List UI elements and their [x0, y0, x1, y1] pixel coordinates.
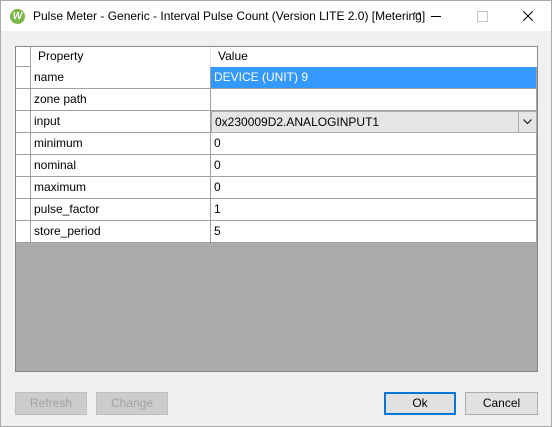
maximize-button [459, 1, 505, 31]
value-cell-zone-path[interactable] [211, 89, 537, 111]
header-value[interactable]: Value [211, 47, 537, 67]
header-selector-cell [16, 47, 31, 67]
grid-row-minimum[interactable]: minimum 0 [16, 133, 537, 155]
property-cell: zone path [31, 89, 211, 111]
ok-button[interactable]: Ok [384, 392, 456, 415]
property-cell: pulse_factor [31, 199, 211, 221]
grid-row-pulse-factor[interactable]: pulse_factor 1 [16, 199, 537, 221]
change-button[interactable]: Change [96, 392, 168, 415]
input-select[interactable]: 0x230009D2.ANALOGINPUT1 [211, 111, 537, 133]
close-button[interactable] [505, 1, 551, 31]
property-cell: maximum [31, 177, 211, 199]
property-grid[interactable]: Property Value name DEVICE (UNIT) 9 zone… [15, 46, 538, 372]
header-property[interactable]: Property [31, 47, 211, 67]
grid-row-nominal[interactable]: nominal 0 [16, 155, 537, 177]
value-cell-store-period[interactable]: 5 [211, 221, 537, 243]
grid-row-input[interactable]: input 0x230009D2.ANALOGINPUT1 [16, 111, 537, 133]
row-selector[interactable] [16, 133, 31, 155]
dialog-window: W Pulse Meter - Generic - Interval Pulse… [0, 0, 552, 427]
row-selector[interactable] [16, 67, 31, 89]
close-icon [523, 11, 533, 21]
value-cell-minimum[interactable]: 0 [211, 133, 537, 155]
app-logo-icon: W [10, 9, 25, 24]
dropdown-button[interactable] [518, 112, 536, 132]
grid-row-zone-path[interactable]: zone path [16, 89, 537, 111]
window-title: Pulse Meter - Generic - Interval Pulse C… [33, 9, 426, 23]
row-selector[interactable] [16, 221, 31, 243]
property-cell: name [31, 67, 211, 89]
grid-row-store-period[interactable]: store_period 5 [16, 221, 537, 243]
value-cell-name[interactable]: DEVICE (UNIT) 9 [211, 67, 537, 89]
grid-header-row: Property Value [16, 47, 537, 68]
property-cell: minimum [31, 133, 211, 155]
title-bar[interactable]: W Pulse Meter - Generic - Interval Pulse… [1, 1, 551, 31]
row-selector[interactable] [16, 155, 31, 177]
input-select-value: 0x230009D2.ANALOGINPUT1 [215, 115, 380, 129]
row-selector[interactable] [16, 199, 31, 221]
row-selector[interactable] [16, 177, 31, 199]
value-cell-pulse-factor[interactable]: 1 [211, 199, 537, 221]
refresh-button[interactable]: Refresh [15, 392, 87, 415]
value-cell-nominal[interactable]: 0 [211, 155, 537, 177]
grid-row-name[interactable]: name DEVICE (UNIT) 9 [16, 67, 537, 89]
row-selector[interactable] [16, 111, 31, 133]
row-selector[interactable] [16, 89, 31, 111]
property-cell: nominal [31, 155, 211, 177]
grid-row-maximum[interactable]: maximum 0 [16, 177, 537, 199]
property-cell: store_period [31, 221, 211, 243]
value-cell-maximum[interactable]: 0 [211, 177, 537, 199]
cancel-button[interactable]: Cancel [465, 392, 538, 415]
chevron-down-icon [523, 119, 532, 125]
minimize-button[interactable] [413, 1, 459, 31]
property-cell: input [31, 111, 211, 133]
